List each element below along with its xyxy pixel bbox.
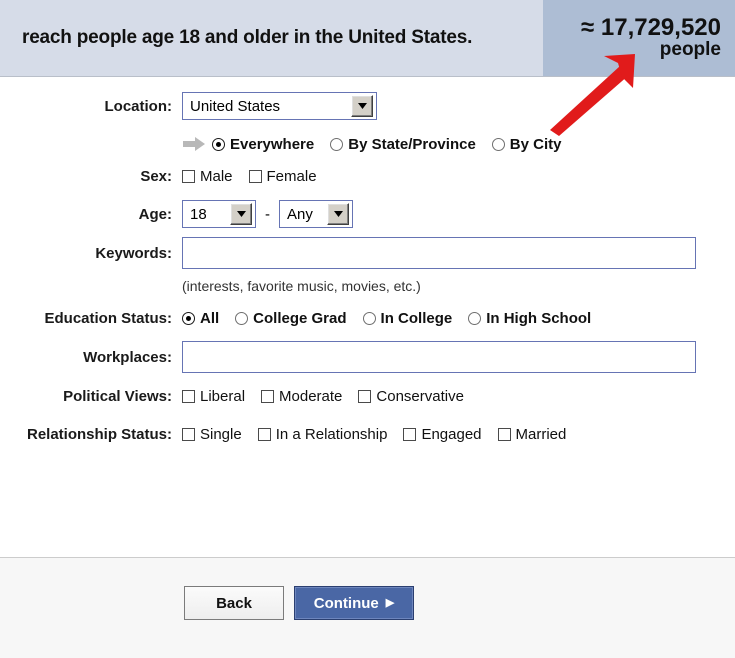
age-to-value: Any xyxy=(287,205,313,223)
education-option-in-college[interactable]: In College xyxy=(362,309,453,327)
chevron-down-icon[interactable] xyxy=(327,203,349,225)
row-workplaces: Workplaces: xyxy=(0,341,735,373)
radio-by-city-icon[interactable] xyxy=(491,137,505,151)
location-scope-by-state-label: By State/Province xyxy=(348,135,476,153)
row-relationship-status: Relationship Status: Single In a Relatio… xyxy=(0,419,735,449)
age-from-select[interactable]: 18 xyxy=(182,200,256,228)
political-option-conservative-label: Conservative xyxy=(376,387,464,405)
sex-option-male-label: Male xyxy=(200,167,233,185)
location-scope-everywhere-label: Everywhere xyxy=(230,135,315,153)
estimate-header: reach people age 18 and older in the Uni… xyxy=(0,0,735,77)
caret-right-icon: ▶ xyxy=(385,596,395,609)
radio-all-icon[interactable] xyxy=(182,311,195,325)
chevron-down-icon[interactable] xyxy=(230,203,252,225)
education-status-label: Education Status: xyxy=(44,309,172,327)
reach-description: reach people age 18 and older in the Uni… xyxy=(22,27,473,48)
political-option-moderate-label: Moderate xyxy=(279,387,343,405)
location-selected-value: United States xyxy=(190,97,281,115)
location-scope-everywhere[interactable]: Everywhere xyxy=(212,136,314,153)
form-footer: Back Continue ▶ xyxy=(0,558,735,658)
sex-label: Sex: xyxy=(140,167,172,185)
education-option-in-college-label: In College xyxy=(380,309,453,327)
political-views-label: Political Views: xyxy=(63,387,172,405)
row-location: Location: United States xyxy=(0,91,735,121)
relationship-option-married-label: Married xyxy=(515,425,567,443)
relationship-option-engaged[interactable]: Engaged xyxy=(403,425,482,443)
relationship-option-in-a-relationship[interactable]: In a Relationship xyxy=(257,425,388,443)
age-from-value: 18 xyxy=(190,205,207,223)
education-option-college-grad[interactable]: College Grad xyxy=(235,309,347,327)
keywords-hint: (interests, favorite music, movies, etc.… xyxy=(182,278,421,294)
audience-estimate-panel: ≈ 17,729,520 people xyxy=(543,0,735,76)
age-range-separator: - xyxy=(265,205,270,223)
row-education-status: Education Status: All College Grad In Co… xyxy=(0,303,735,333)
education-option-all[interactable]: All xyxy=(182,310,219,327)
row-sex: Sex: Male Female xyxy=(0,161,735,191)
checkbox-female-icon[interactable] xyxy=(248,169,262,183)
checkbox-single-icon[interactable] xyxy=(182,427,195,441)
radio-everywhere-icon[interactable] xyxy=(212,137,225,151)
sex-option-male[interactable]: Male xyxy=(182,168,233,185)
political-option-liberal[interactable]: Liberal xyxy=(182,388,245,405)
workplaces-label: Workplaces: xyxy=(83,348,172,366)
row-political-views: Political Views: Liberal Moderate Conser… xyxy=(0,381,735,411)
education-option-all-label: All xyxy=(200,309,220,327)
back-button[interactable]: Back xyxy=(184,586,284,620)
relationship-option-in-a-relationship-label: In a Relationship xyxy=(275,425,388,443)
education-option-in-high-school-label: In High School xyxy=(486,309,592,327)
workplaces-input[interactable] xyxy=(182,341,696,373)
radio-in-high-school-icon[interactable] xyxy=(468,311,482,325)
checkbox-in-a-relationship-icon[interactable] xyxy=(257,427,271,441)
checkbox-engaged-icon[interactable] xyxy=(403,427,417,441)
estimate-unit: people xyxy=(659,39,721,61)
checkbox-male-icon[interactable] xyxy=(182,169,195,183)
location-scope-by-city[interactable]: By City xyxy=(491,135,562,153)
radio-in-college-icon[interactable] xyxy=(362,311,376,325)
relationship-option-married[interactable]: Married xyxy=(497,425,567,443)
relationship-option-single-label: Single xyxy=(200,425,242,443)
political-option-conservative[interactable]: Conservative xyxy=(358,388,464,405)
relationship-option-engaged-label: Engaged xyxy=(421,425,482,443)
checkbox-moderate-icon[interactable] xyxy=(261,389,275,403)
location-scope-by-city-label: By City xyxy=(509,135,562,153)
row-age: Age: 18 - Any xyxy=(0,199,735,229)
keywords-input[interactable] xyxy=(182,237,696,269)
education-option-in-high-school[interactable]: In High School xyxy=(468,310,591,327)
estimate-number: ≈ 17,729,520 xyxy=(581,13,721,41)
education-option-college-grad-label: College Grad xyxy=(253,309,347,327)
chevron-down-icon[interactable] xyxy=(351,95,373,117)
targeting-form: Location: United States Everywhere By St… xyxy=(0,77,735,449)
checkbox-liberal-icon[interactable] xyxy=(182,389,195,403)
continue-button-label: Continue xyxy=(313,594,379,612)
sex-option-female-label: Female xyxy=(266,167,317,185)
political-option-moderate[interactable]: Moderate xyxy=(261,388,342,405)
radio-by-state-icon[interactable] xyxy=(330,137,344,151)
checkbox-married-icon[interactable] xyxy=(497,427,511,441)
sex-option-female[interactable]: Female xyxy=(248,167,317,185)
political-option-liberal-label: Liberal xyxy=(200,387,246,405)
row-keywords: Keywords: xyxy=(0,237,735,269)
location-label: Location: xyxy=(104,97,173,115)
continue-button[interactable]: Continue ▶ xyxy=(294,586,414,620)
gray-arrow-right-icon xyxy=(182,136,206,152)
age-to-select[interactable]: Any xyxy=(279,200,353,228)
relationship-option-single[interactable]: Single xyxy=(182,426,242,443)
keywords-label: Keywords: xyxy=(95,244,172,262)
row-location-scope: Everywhere By State/Province By City xyxy=(0,129,735,159)
row-keywords-hint: (interests, favorite music, movies, etc.… xyxy=(0,271,735,301)
checkbox-conservative-icon[interactable] xyxy=(358,389,372,403)
location-select[interactable]: United States xyxy=(182,92,377,120)
radio-college-grad-icon[interactable] xyxy=(235,311,249,325)
location-scope-by-state[interactable]: By State/Province xyxy=(330,136,476,153)
age-label: Age: xyxy=(138,205,172,223)
relationship-status-label: Relationship Status: xyxy=(26,425,172,443)
